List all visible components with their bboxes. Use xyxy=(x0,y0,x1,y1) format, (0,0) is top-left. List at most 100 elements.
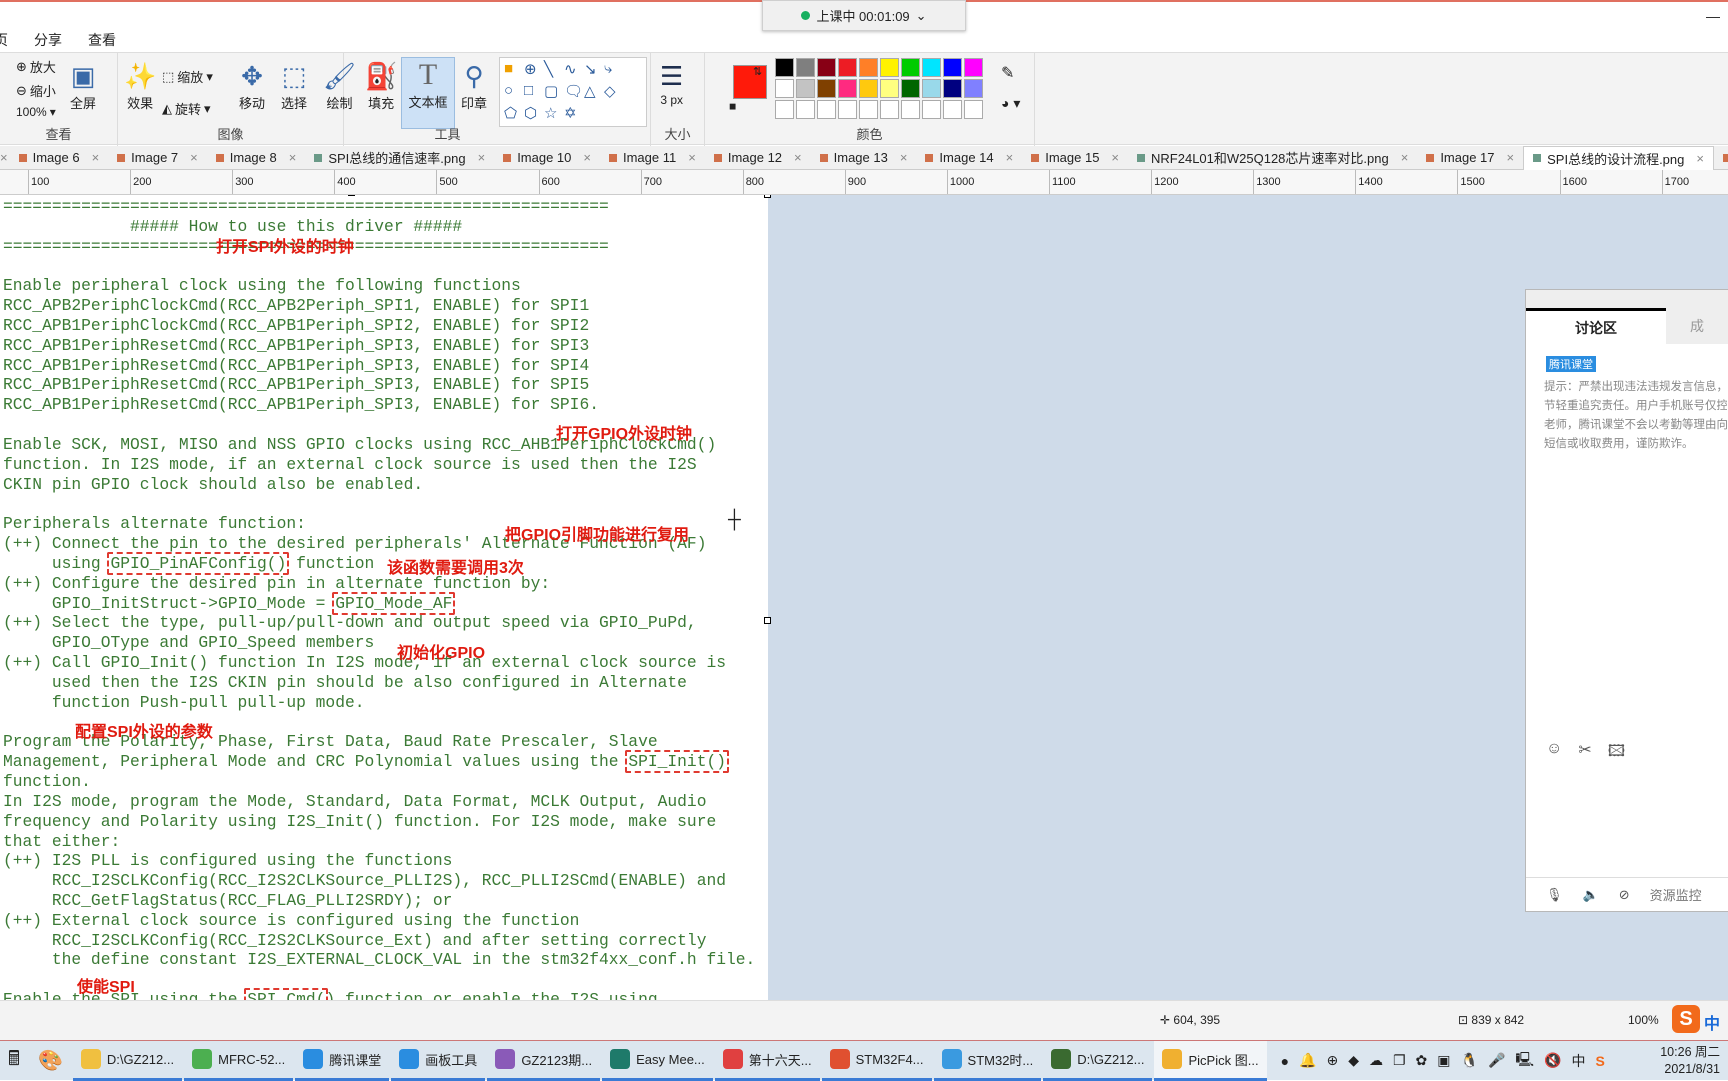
color-swatch[interactable] xyxy=(838,58,857,77)
swap-colors-icon[interactable]: ⇅ xyxy=(753,65,762,78)
taskbar-item[interactable]: D:\GZ212... xyxy=(1043,1041,1153,1081)
image-tab[interactable]: Image 6 × xyxy=(10,146,109,170)
tab-share[interactable]: 分享 xyxy=(21,28,75,52)
line-width-select[interactable]: ☰ 3 px xyxy=(660,59,683,107)
close-icon[interactable]: × xyxy=(289,150,297,165)
effects-button[interactable]: ✨ 效果 xyxy=(124,59,156,112)
color-swatch[interactable] xyxy=(859,58,878,77)
image-tab[interactable]: Image 10 × xyxy=(494,146,600,170)
resize-handle[interactable] xyxy=(764,195,771,198)
color-swatch[interactable] xyxy=(775,58,794,77)
taskbar-item[interactable]: STM32F4... xyxy=(821,1041,932,1081)
zoom-out-button[interactable]: ⊖ 缩小 xyxy=(16,81,56,100)
color-swatch[interactable] xyxy=(796,100,815,119)
color-swatch[interactable] xyxy=(922,79,941,98)
shape-12[interactable]: ⬠ xyxy=(504,104,524,126)
shape-3[interactable]: ∿ xyxy=(564,60,584,82)
color-swatch[interactable] xyxy=(796,58,815,77)
color-swatch[interactable] xyxy=(901,100,920,119)
zoom-in-button[interactable]: ⊕ 放大 xyxy=(16,57,56,76)
close-icon[interactable]: × xyxy=(794,150,802,165)
taskbar-item[interactable]: D:\GZ212... xyxy=(72,1041,183,1081)
tab-home[interactable]: 页 xyxy=(0,28,21,52)
image-tab[interactable]: Image 7 × xyxy=(108,146,207,170)
image-tab[interactable]: Image 12 × xyxy=(705,146,811,170)
close-icon[interactable]: × xyxy=(1111,150,1119,165)
color-swatch[interactable] xyxy=(964,79,983,98)
close-icon[interactable]: × xyxy=(1401,150,1409,165)
flower-icon[interactable]: ✿ xyxy=(1416,1052,1428,1069)
resize-handle[interactable] xyxy=(764,617,771,624)
shape-15[interactable]: ✡ xyxy=(564,104,584,126)
picpick-tray-icon[interactable]: ● xyxy=(1281,1053,1289,1069)
taskbar-item[interactable]: STM32时... xyxy=(933,1041,1042,1081)
network-icon[interactable]: 🖳 xyxy=(1515,1049,1534,1073)
shape-6[interactable]: ○ xyxy=(504,82,524,104)
image-tab[interactable]: NRF24L01和W25Q128芯片速率对比.png × xyxy=(1128,146,1417,170)
minimize-button[interactable]: — xyxy=(1706,8,1720,24)
class-session-indicator[interactable]: 上课中 00:01:09 ⌄ xyxy=(762,0,966,31)
color-swatch[interactable] xyxy=(817,58,836,77)
nvidia-icon[interactable]: ▣ xyxy=(1437,1052,1450,1069)
color-wheel-icon[interactable]: ◕ ▾ xyxy=(1001,95,1020,112)
image-tab[interactable]: Image 15 × xyxy=(1022,146,1128,170)
color-swatch[interactable] xyxy=(880,100,899,119)
tab-discussion[interactable]: 讨论区 xyxy=(1526,308,1666,344)
close-icon[interactable]: × xyxy=(583,150,591,165)
taskbar-item[interactable]: PicPick 图... xyxy=(1154,1040,1267,1081)
close-icon[interactable]: × xyxy=(1006,150,1014,165)
weather-icon[interactable]: ☁ xyxy=(1369,1052,1383,1069)
color-swatch[interactable] xyxy=(838,79,857,98)
resize-button[interactable]: ⬚ 缩放 ▾ xyxy=(162,67,213,86)
shape-0[interactable]: ■ xyxy=(504,60,524,82)
color-swatch[interactable] xyxy=(859,79,878,98)
taskbar-item[interactable]: MFRC-52... xyxy=(184,1041,294,1081)
camera-off-icon[interactable]: ⊘ xyxy=(1619,887,1630,903)
color-swatch[interactable] xyxy=(859,100,878,119)
color-swatch[interactable] xyxy=(838,100,857,119)
canvas-area[interactable]: ========================================… xyxy=(0,195,1728,1000)
close-icon[interactable]: × xyxy=(1507,150,1515,165)
feather-icon[interactable]: ◆ xyxy=(1348,1052,1359,1069)
close-icon[interactable]: × xyxy=(92,150,100,165)
image-tab[interactable]: Image 13 × xyxy=(811,146,917,170)
color-swatch[interactable] xyxy=(817,79,836,98)
clock[interactable]: 10:26 周二 2021/8/31 xyxy=(1660,1044,1728,1078)
app-tray-icon[interactable]: ⊕ xyxy=(1326,1052,1338,1069)
eyedropper-icon[interactable]: ✎ xyxy=(1001,63,1014,83)
image-tab[interactable]: Image 17 × xyxy=(1417,146,1523,170)
shape-2[interactable]: ╲ xyxy=(544,60,564,82)
shape-1[interactable]: ⊕ xyxy=(524,60,544,82)
taskbar-item[interactable]: Easy Mee... xyxy=(602,1041,713,1081)
color-swatch[interactable] xyxy=(943,100,962,119)
color-swatch[interactable] xyxy=(880,79,899,98)
color-swatch[interactable] xyxy=(943,58,962,77)
speaker-icon[interactable]: 🔈 xyxy=(1583,887,1599,903)
image-tab[interactable]: Image 11 × xyxy=(600,146,705,170)
color-swatch[interactable] xyxy=(775,79,794,98)
image-tab[interactable]: Image 8 × xyxy=(207,146,306,170)
close-icon[interactable]: × xyxy=(688,150,696,165)
qq-icon[interactable]: 🐧 xyxy=(1461,1052,1478,1069)
shape-14[interactable]: ☆ xyxy=(544,104,564,126)
shape-13[interactable]: ⬡ xyxy=(524,104,544,126)
copy-icon[interactable]: ❐ xyxy=(1393,1052,1406,1069)
image-tab[interactable]: SPI总线的通信速率.png × xyxy=(305,146,494,170)
fill-button[interactable]: ⛽ 填充 xyxy=(365,59,397,112)
emoji-icon[interactable]: ☺ xyxy=(1546,740,1562,767)
taskbar-item[interactable]: 画板工具 xyxy=(391,1041,486,1081)
color-swatch[interactable] xyxy=(964,100,983,119)
image-tab[interactable]: SPI总线的设计流程.png × xyxy=(1523,145,1714,170)
zoom-level-select[interactable]: 100% ▾ xyxy=(16,105,56,119)
shapes-gallery[interactable]: ■ ⊕ ╲ ∿ ↘ ⤷ ○ □ ▢ 🗨 △ ◇ ⬠ ⬡ ☆ ✡ xyxy=(499,57,647,127)
color-swatch[interactable] xyxy=(817,100,836,119)
shape-5[interactable]: ⤷ xyxy=(604,60,624,82)
close-icon[interactable]: × xyxy=(900,150,908,165)
taskbar-item[interactable]: 第十六天... xyxy=(714,1041,820,1081)
color-swatch[interactable] xyxy=(964,58,983,77)
resource-monitor[interactable]: 资源监控 xyxy=(1650,885,1702,904)
tab-view[interactable]: 查看 xyxy=(75,28,129,52)
move-button[interactable]: ✥ 移动 xyxy=(239,59,265,112)
close-icon[interactable]: × xyxy=(0,150,8,165)
volume-muted-icon[interactable]: 🔇 xyxy=(1544,1052,1561,1069)
